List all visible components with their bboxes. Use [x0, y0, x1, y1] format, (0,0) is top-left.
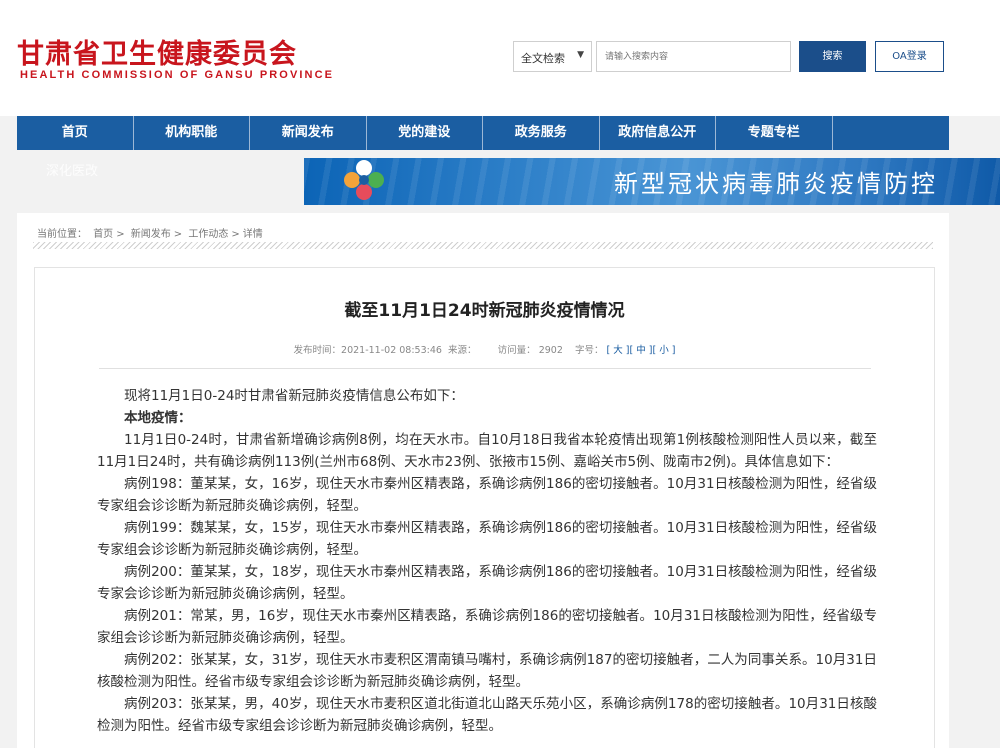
flower-logo-icon — [344, 160, 384, 200]
nav-item-services[interactable]: 政务服务 — [483, 116, 600, 150]
publish-time-label: 发布时间： — [293, 345, 342, 356]
article-paragraph: 现将11月1日0-24时甘肃省新冠肺炎疫情信息公布如下： — [124, 388, 464, 404]
breadcrumb-home[interactable]: 首页 — [93, 229, 113, 240]
font-size-small-link[interactable]: [ 小 ] — [652, 345, 675, 356]
font-size-large-link[interactable]: [ 大 ] — [607, 345, 630, 356]
article-paragraph: 11月1日0-24时，甘肃省新增确诊病例8例，均在天水市。自10月18日我省本轮… — [97, 432, 877, 470]
section-heading: 本地疫情： — [124, 410, 192, 426]
article-paragraph: 病例201：常某，男，16岁，现住天水市秦州区精表路，系确诊病例186的密切接触… — [97, 608, 877, 646]
breadcrumb-work-updates[interactable]: 工作动态 — [188, 229, 228, 240]
breadcrumb-label: 当前位置： — [37, 229, 87, 240]
nav-item-home[interactable]: 首页 — [17, 116, 134, 150]
nav-item-blank[interactable] — [833, 116, 950, 150]
search-button[interactable]: 搜索 — [799, 41, 866, 72]
main-nav: 首页 机构职能 新闻发布 党的建设 政务服务 政府信息公开 专题专栏 — [17, 116, 949, 150]
font-size-label: 字号： — [574, 345, 604, 356]
breadcrumb-separator: > — [116, 229, 125, 240]
site-header: 甘肃省卫生健康委员会 HEALTH COMMISSION OF GANSU PR… — [0, 0, 1000, 116]
breadcrumb-divider — [33, 242, 933, 249]
font-size-medium-link[interactable]: [ 中 ] — [630, 345, 653, 356]
article-paragraph: 病例200：董某某，女，18岁，现住天水市秦州区精表路，系确诊病例186的密切接… — [97, 564, 877, 602]
article-body: 现将11月1日0-24时甘肃省新冠肺炎疫情信息公布如下： 本地疫情： 11月1日… — [97, 385, 877, 737]
article-paragraph: 病例198：董某某，女，16岁，现住天水市秦州区精表路，系确诊病例186的密切接… — [97, 476, 877, 514]
search-input[interactable] — [596, 41, 791, 72]
nav-item-party[interactable]: 党的建设 — [367, 116, 483, 150]
content-area: 当前位置： 首页 > 新闻发布 > 工作动态 > 详情 截至11月1日24时新冠肺炎疫情… — [17, 213, 949, 748]
oa-login-button[interactable]: OA登录 — [875, 41, 944, 72]
article: 截至11月1日24时新冠肺炎疫情情况 发布时间：2021-11-02 08:53… — [34, 267, 935, 748]
article-paragraph: 病例203：张某某，男，40岁，现住天水市麦积区道北街道北山路天乐苑小区，系确诊… — [97, 696, 877, 734]
search-scope-select[interactable]: 全文检索 ▼ — [513, 41, 592, 72]
breadcrumb-separator: > — [231, 229, 240, 240]
breadcrumb-separator: > — [173, 229, 183, 240]
breadcrumb: 当前位置： 首页 > 新闻发布 > 工作动态 > 详情 — [37, 225, 266, 240]
site-logo-english[interactable]: HEALTH COMMISSION OF GANSU PROVINCE — [20, 69, 334, 81]
font-size-large-text: 大 — [613, 345, 623, 356]
views-count: 2902 — [538, 345, 563, 356]
site-logo-chinese[interactable]: 甘肃省卫生健康委员会 — [17, 32, 297, 71]
banner-title: 新型冠状病毒肺炎疫情防控 — [614, 170, 938, 198]
source-label: 来源： — [447, 345, 477, 356]
article-meta: 发布时间：2021-11-02 08:53:46 来源： 访问量： 2902 字… — [35, 342, 934, 356]
article-paragraph: 病例202：张某某，女，31岁，现住天水市麦积区渭南镇马嘴村，系确诊病例187的… — [97, 652, 877, 690]
nav-item-news[interactable]: 新闻发布 — [250, 116, 367, 150]
chevron-down-icon: ▼ — [577, 50, 584, 60]
nav-item-topics[interactable]: 专题专栏 — [716, 116, 833, 150]
breadcrumb-news[interactable]: 新闻发布 — [131, 229, 171, 240]
nav-item-medical-reform[interactable]: 深化医改 — [46, 160, 98, 179]
search-scope-value: 全文检索 — [521, 52, 565, 65]
font-size-medium-text: 中 — [636, 345, 646, 356]
article-paragraph: 病例199：魏某某，女，15岁，现住天水市秦州区精表路，系确诊病例186的密切接… — [97, 520, 877, 558]
views-label: 访问量： — [497, 345, 536, 356]
breadcrumb-detail: 详情 — [242, 229, 263, 240]
nav-item-info-disclosure[interactable]: 政府信息公开 — [600, 116, 716, 150]
meta-divider — [99, 368, 871, 369]
publish-time: 2021-11-02 08:53:46 — [341, 345, 442, 356]
covid-banner[interactable]: 新型冠状病毒肺炎疫情防控 — [304, 158, 1000, 205]
font-size-small-text: 小 — [659, 345, 669, 356]
article-title: 截至11月1日24时新冠肺炎疫情情况 — [344, 301, 625, 321]
nav-item-functions[interactable]: 机构职能 — [134, 116, 250, 150]
